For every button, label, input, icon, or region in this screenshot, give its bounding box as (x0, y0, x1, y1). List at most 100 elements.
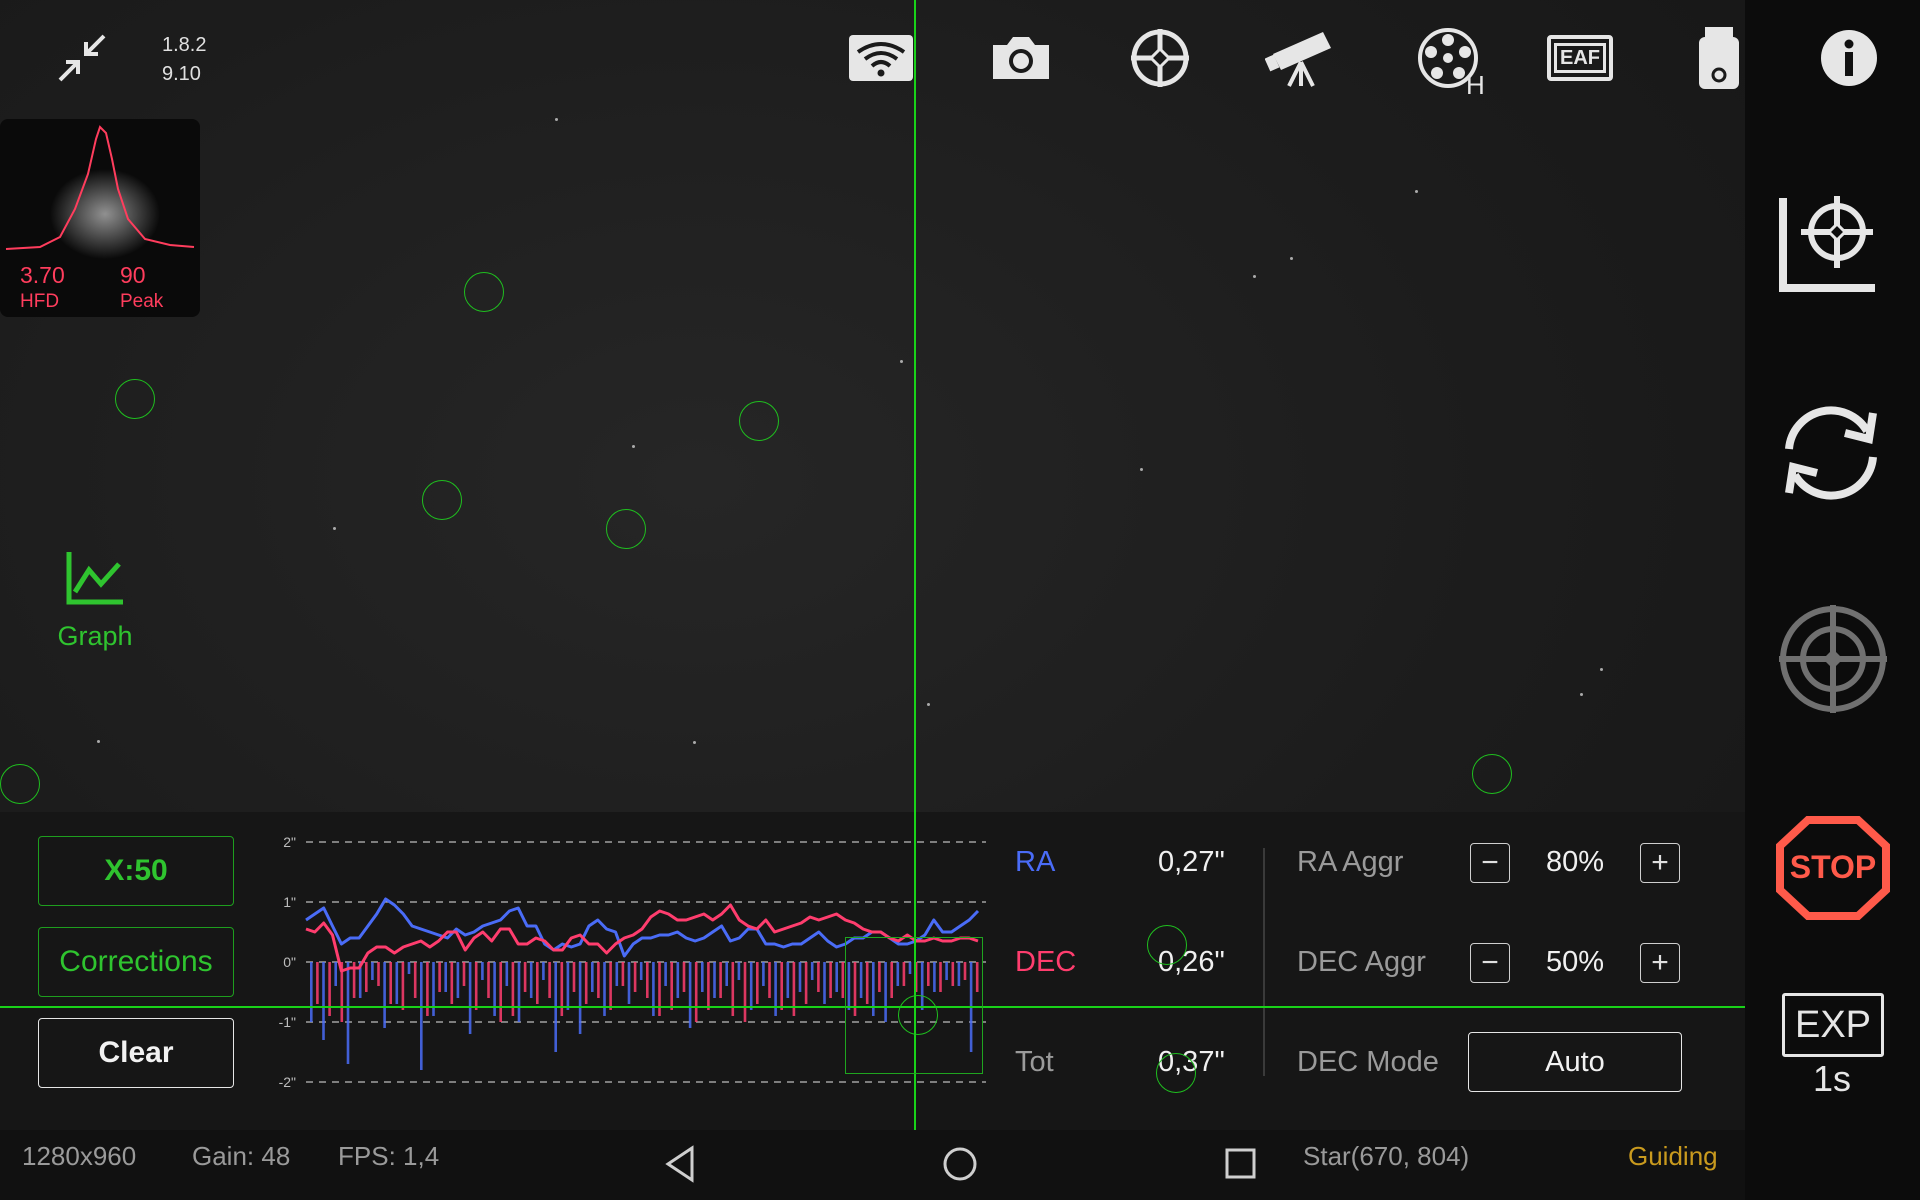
guide-calibrate-icon[interactable] (1776, 192, 1882, 296)
faint-star (927, 703, 930, 706)
dec-correction-bar (499, 962, 502, 1022)
ra-correction-bar (615, 962, 619, 986)
faint-star (1580, 693, 1583, 696)
detected-star-marker (1147, 925, 1187, 965)
gain-text: Gain: 48 (192, 1141, 291, 1171)
dec-correction-bar (670, 962, 673, 1010)
dec-correction-bar (474, 962, 478, 1010)
faint-star (632, 445, 635, 448)
detected-star-marker (739, 401, 779, 441)
ra-correction-bar (542, 962, 545, 980)
exposure-value: 1s (1812, 1058, 1852, 1099)
ra-correction-bar (371, 962, 374, 980)
version-info: 1.8.2 9.10 (162, 31, 206, 89)
dec-correction-bar (609, 962, 612, 1010)
loop-icon[interactable] (1776, 398, 1886, 508)
ra-correction-bar (322, 962, 325, 1040)
ra-correction-bar (786, 962, 790, 998)
detected-star-marker (0, 764, 40, 804)
ra-correction-bar (395, 962, 399, 1004)
ra-correction-bar (444, 962, 447, 992)
dec-mode-select[interactable]: Auto (1468, 1032, 1682, 1092)
scale-button[interactable]: X:50 (38, 836, 234, 906)
dec-correction-bar (462, 962, 466, 986)
detected-star-marker (1156, 1053, 1196, 1093)
target-icon[interactable] (1128, 26, 1192, 90)
dec-aggr-increase-button[interactable]: + (1640, 943, 1680, 983)
faint-star (555, 118, 558, 121)
nav-recents-icon[interactable] (1222, 1140, 1258, 1193)
clear-button[interactable]: Clear (38, 1018, 234, 1088)
info-icon[interactable] (1818, 26, 1880, 90)
dec-correction-bar (548, 962, 551, 998)
dec-correction-bar (377, 962, 380, 986)
tot-label: Tot (1015, 1046, 1054, 1078)
dec-aggr-decrease-button[interactable]: − (1470, 943, 1510, 983)
ra-correction-bar (505, 962, 509, 986)
ra-correction-bar (591, 962, 594, 992)
exposure-button[interactable]: EXP (1782, 993, 1884, 1057)
eaf-label: EAF (1554, 43, 1606, 73)
ra-aggr-increase-button[interactable]: + (1640, 843, 1680, 883)
stop-icon[interactable]: STOP (1776, 816, 1890, 920)
fps-text: FPS: 1,4 (338, 1141, 440, 1171)
faint-star (1600, 668, 1603, 671)
y-tick-label: -1" (279, 1014, 296, 1030)
y-tick-label: 1" (283, 894, 296, 910)
dec-correction-bar (841, 962, 845, 998)
ra-correction-bar (749, 962, 753, 1010)
eaf-icon[interactable]: EAF (1544, 26, 1616, 90)
divider (1263, 848, 1265, 1076)
wifi-icon[interactable] (848, 26, 914, 90)
faint-star (1253, 275, 1256, 278)
usb-drive-icon[interactable] (1694, 26, 1744, 90)
ra-aggr-value: 80% (1545, 846, 1605, 878)
telescope-icon[interactable] (1264, 26, 1338, 90)
dec-correction-bar (438, 962, 441, 992)
ra-value: 0,27" (1158, 846, 1225, 878)
ra-correction-bar (701, 962, 704, 992)
ra-correction-bar (835, 962, 838, 992)
y-tick-label: 2" (283, 834, 296, 850)
dec-correction-bar (719, 962, 722, 998)
ra-correction-bar (566, 962, 570, 1010)
ra-correction-bar (310, 962, 313, 1022)
ra-correction-bar (762, 962, 765, 986)
faint-star (900, 360, 903, 363)
ra-correction-bar (798, 962, 802, 992)
faint-star (1140, 468, 1143, 471)
ra-correction-bar (334, 962, 337, 986)
guide-target-icon[interactable] (1776, 602, 1890, 716)
filter-wheel-icon[interactable]: H (1406, 26, 1490, 100)
dec-correction-bar (780, 962, 783, 1010)
peak-label: Peak (120, 291, 164, 312)
nav-home-icon[interactable] (940, 1140, 980, 1193)
dec-aggr-label: DEC Aggr (1297, 946, 1426, 978)
stop-label: STOP (1789, 849, 1877, 885)
ra-aggr-decrease-button[interactable]: − (1470, 843, 1510, 883)
ra-correction-bar (725, 962, 728, 986)
hfd-value: 3.70 (20, 262, 65, 288)
app-version: 1.8.2 (162, 34, 207, 56)
corrections-button[interactable]: Corrections (38, 927, 234, 997)
faint-star (97, 740, 100, 743)
ra-correction-bar (713, 962, 716, 998)
dec-correction-bar (621, 962, 625, 986)
nav-back-icon[interactable] (662, 1140, 698, 1193)
dec-correction-bar (401, 962, 405, 1010)
ra-correction-bar (676, 962, 680, 998)
faint-star (693, 741, 696, 744)
detected-star-marker (606, 509, 646, 549)
dec-correction-bar (389, 962, 392, 1004)
camera-icon[interactable] (988, 26, 1054, 90)
guiding-status: Guiding (1628, 1141, 1718, 1171)
ra-correction-bar (627, 962, 631, 1004)
dec-correction-bar (707, 962, 710, 1010)
graph-icon (66, 552, 123, 605)
dec-correction-bar (768, 962, 771, 998)
graph-button[interactable]: Graph (50, 550, 140, 660)
dec-correction-bar (487, 962, 490, 998)
collapse-icon[interactable] (56, 32, 108, 84)
dec-correction-bar (584, 962, 588, 1004)
hfd-label: HFD (20, 291, 60, 312)
